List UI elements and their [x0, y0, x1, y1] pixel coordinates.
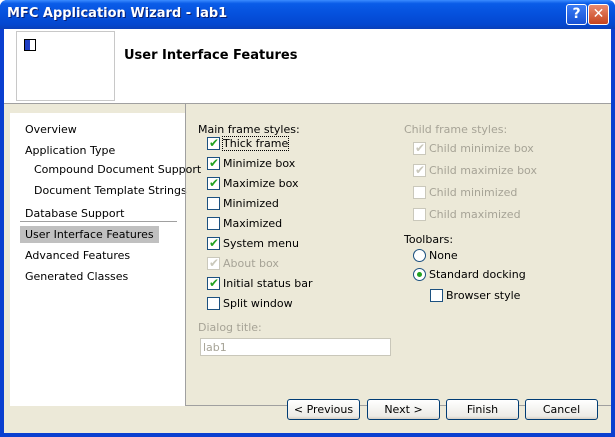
- initial-status-bar-checkbox[interactable]: ✔: [207, 276, 220, 290]
- check-icon: ✔: [209, 256, 220, 270]
- child-minimized-label: Child minimized: [429, 186, 518, 199]
- dialog-title-label: Dialog title:: [198, 321, 262, 334]
- initial-status-bar-label[interactable]: Initial status bar: [223, 277, 312, 290]
- next-button[interactable]: Next >: [367, 399, 440, 420]
- child-maximized-label: Child maximized: [429, 208, 521, 221]
- child-minimize-box-label: Child minimize box: [429, 142, 534, 155]
- toolbar-standard-docking-label[interactable]: Standard docking: [429, 268, 526, 281]
- nav-item-advanced-features[interactable]: Advanced Features: [25, 249, 130, 262]
- toolbar-none-radio[interactable]: [413, 249, 426, 262]
- child-maximize-box-label: Child maximize box: [429, 164, 537, 177]
- minimize-box-checkbox[interactable]: ✔: [207, 156, 220, 170]
- cancel-button[interactable]: Cancel: [525, 399, 598, 420]
- check-icon: ✔: [209, 176, 220, 190]
- minimized-label[interactable]: Minimized: [223, 197, 279, 210]
- check-icon: ✔: [415, 141, 426, 155]
- about-box-checkbox: ✔: [207, 256, 220, 270]
- thick-frame-checkbox[interactable]: ✔: [207, 136, 220, 150]
- system-menu-checkbox[interactable]: ✔: [207, 236, 220, 250]
- nav-item-document-template[interactable]: Document Template Strings: [34, 184, 187, 197]
- minimize-box-label[interactable]: Minimize box: [223, 157, 295, 170]
- panel-divider: [185, 103, 186, 406]
- dialog-title-input: lab1: [200, 338, 391, 356]
- system-menu-label[interactable]: System menu: [223, 237, 299, 250]
- minimized-checkbox[interactable]: [207, 197, 220, 210]
- nav-item-ui-features[interactable]: User Interface Features: [20, 226, 159, 243]
- nav-item-database-support[interactable]: Database Support: [25, 207, 124, 220]
- child-minimize-box-checkbox: ✔: [413, 141, 426, 155]
- toolbars-label: Toolbars:: [404, 233, 454, 246]
- wizard-window: MFC Application Wizard - lab1 ? ✕ User I…: [0, 0, 615, 437]
- child-maximized-checkbox: [413, 208, 426, 221]
- nav-item-generated-classes[interactable]: Generated Classes: [25, 270, 128, 283]
- check-icon: ✔: [415, 163, 426, 177]
- toolbar-standard-docking-radio[interactable]: [413, 268, 426, 281]
- finish-button[interactable]: Finish: [446, 399, 519, 420]
- toolbar-none-label[interactable]: None: [429, 249, 458, 262]
- window-title: MFC Application Wizard - lab1: [7, 6, 228, 21]
- header-image: [16, 31, 115, 101]
- close-button[interactable]: ✕: [588, 4, 609, 25]
- check-icon: ✔: [209, 156, 220, 170]
- child-maximize-box-checkbox: ✔: [413, 163, 426, 177]
- previous-button[interactable]: < Previous: [287, 399, 360, 420]
- child-frame-label: Child frame styles:: [404, 123, 508, 136]
- check-icon: ✔: [209, 236, 220, 250]
- page-title: User Interface Features: [124, 48, 298, 63]
- nav-item-overview[interactable]: Overview: [25, 123, 77, 136]
- about-box-label: About box: [223, 257, 279, 270]
- check-icon: ✔: [209, 136, 220, 150]
- nav-item-application-type[interactable]: Application Type: [25, 144, 115, 157]
- wizard-nav: Overview Application Type Compound Docum…: [10, 113, 201, 406]
- dialog-client: User Interface Features Overview Applica…: [4, 29, 611, 433]
- maximize-box-label[interactable]: Maximize box: [223, 177, 299, 190]
- help-button[interactable]: ?: [566, 4, 587, 25]
- browser-style-checkbox[interactable]: [430, 289, 443, 302]
- wizard-header: User Interface Features: [4, 29, 611, 104]
- check-icon: ✔: [209, 276, 220, 290]
- child-minimized-checkbox: [413, 186, 426, 199]
- split-window-label[interactable]: Split window: [223, 297, 293, 310]
- maximized-label[interactable]: Maximized: [223, 217, 282, 230]
- wizard-icon: [24, 39, 36, 51]
- maximize-box-checkbox[interactable]: ✔: [207, 176, 220, 190]
- radio-selected-dot: [417, 272, 422, 277]
- title-bar[interactable]: MFC Application Wizard - lab1 ? ✕: [0, 0, 615, 29]
- thick-frame-label[interactable]: Thick frame: [221, 136, 290, 151]
- split-window-checkbox[interactable]: [207, 297, 220, 310]
- browser-style-label[interactable]: Browser style: [446, 289, 520, 302]
- maximized-checkbox[interactable]: [207, 217, 220, 230]
- nav-divider: [20, 221, 177, 222]
- nav-item-compound-document[interactable]: Compound Document Support: [34, 163, 201, 176]
